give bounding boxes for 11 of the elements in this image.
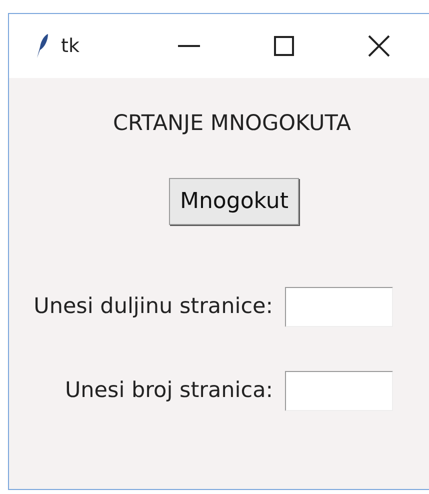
input-field[interactable] [285,371,393,412]
feather-icon [35,33,49,59]
minimize-icon[interactable] [178,44,200,48]
close-icon[interactable] [368,35,390,57]
polygon-button[interactable]: Mnogokut [169,178,300,226]
field-label: Unesi broj stranica: [64,377,273,406]
window-title: tk [61,34,80,59]
field-label: Unesi duljinu stranice: [34,293,273,322]
input-field[interactable] [285,287,393,328]
maximize-icon[interactable] [274,36,294,56]
heading: CRTANJE MNOGOKUTA [113,110,352,138]
